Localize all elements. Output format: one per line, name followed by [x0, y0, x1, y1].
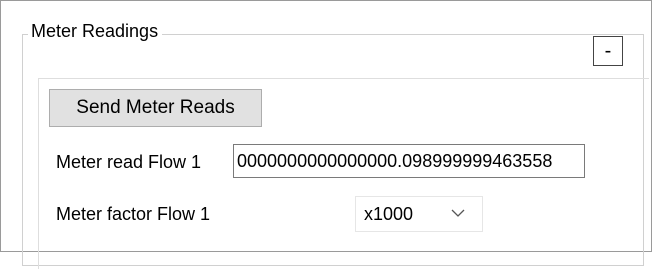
group-title: Meter Readings — [28, 19, 163, 43]
meter-factor-label: Meter factor Flow 1 — [56, 204, 211, 224]
chevron-down-icon — [451, 209, 465, 217]
send-meter-reads-button[interactable]: Send Meter Reads — [49, 89, 262, 127]
meter-read-label: Meter read Flow 1 — [56, 152, 202, 172]
meter-read-value: 0000000000000000.098999999463558 — [237, 151, 553, 171]
collapse-button[interactable]: - — [593, 36, 623, 66]
meter-factor-value: x1000 — [364, 204, 414, 224]
meter-read-input[interactable]: 0000000000000000.098999999463558 — [233, 144, 585, 178]
meter-factor-select[interactable]: x1000 — [355, 196, 483, 232]
